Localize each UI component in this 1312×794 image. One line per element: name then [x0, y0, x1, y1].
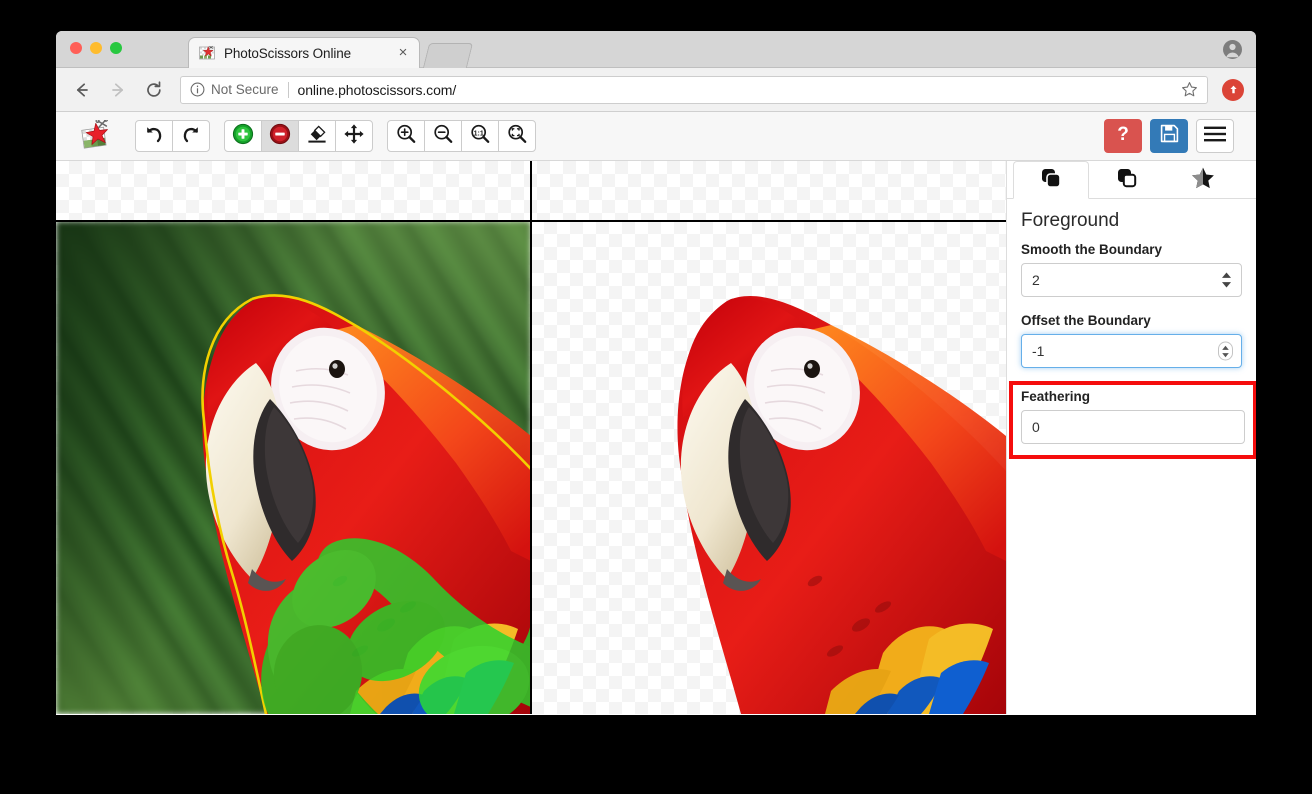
security-status-label: Not Secure [211, 82, 279, 97]
hamburger-menu-icon [1203, 125, 1227, 148]
offset-the-boundary-label: Offset the Boundary [1021, 313, 1151, 328]
redo-button[interactable] [172, 120, 210, 152]
mark-background-button[interactable] [261, 120, 299, 152]
svg-text:?: ? [1117, 124, 1129, 145]
zoom-out-button[interactable] [424, 120, 462, 152]
outline-layers-icon [1115, 167, 1139, 194]
address-bar-url[interactable]: online.photoscissors.com/ [298, 82, 457, 98]
window-controls [70, 42, 122, 54]
menu-button[interactable] [1196, 119, 1234, 153]
zoom-in-button[interactable] [387, 120, 425, 152]
filled-layers-icon [1039, 167, 1063, 194]
macaw-illustration [201, 294, 531, 714]
tools-button-group [224, 120, 373, 152]
profile-avatar-icon[interactable] [1223, 40, 1242, 59]
new-tab-icon[interactable] [422, 43, 474, 68]
zoom-actual-button[interactable]: 1:1 [461, 120, 499, 152]
help-button[interactable]: ? [1104, 119, 1142, 153]
star-outline-icon[interactable] [1180, 81, 1198, 99]
browser-window: PhotoScissors Online × Not Secure online… [56, 31, 1256, 715]
feathering-label: Feathering [1021, 389, 1091, 404]
info-circle-icon [190, 82, 205, 97]
star-icon [1190, 166, 1216, 195]
svg-text:1:1: 1:1 [474, 130, 484, 137]
back-arrow-icon[interactable] [68, 76, 96, 104]
undo-button[interactable] [135, 120, 173, 152]
smooth-the-boundary-value: 2 [1032, 272, 1040, 288]
mark-foreground-button[interactable] [224, 120, 262, 152]
offset-the-boundary-value: -1 [1032, 343, 1045, 359]
feathering-input[interactable]: 0 [1021, 410, 1245, 444]
result-photo [531, 221, 1006, 714]
offset-the-boundary-input[interactable]: -1 [1021, 334, 1242, 368]
field-feathering: Feathering 0 [1021, 389, 1245, 460]
magnifier-minus-icon [432, 123, 454, 150]
eraser-icon [306, 123, 328, 150]
source-image-pane[interactable] [56, 161, 531, 714]
question-mark-icon: ? [1113, 123, 1133, 150]
browser-nav-bar: Not Secure online.photoscissors.com/ [56, 68, 1256, 112]
tab-effects[interactable] [1165, 161, 1241, 199]
app-toolbar: 1:1 ? [56, 112, 1256, 161]
omnibox-divider [287, 81, 289, 98]
close-tab-button[interactable]: × [395, 45, 411, 61]
history-button-group [135, 120, 210, 152]
panel-tab-bar [1007, 161, 1256, 199]
green-plus-circle-icon [232, 123, 254, 150]
undo-arrow-icon [143, 123, 165, 150]
address-bar[interactable]: Not Secure online.photoscissors.com/ [180, 75, 1208, 104]
extension-badge-icon[interactable] [1222, 78, 1244, 101]
spinner-round-up-down-icon[interactable] [1218, 341, 1233, 361]
photoscissors-favicon-icon [199, 45, 215, 61]
pane-divider [530, 161, 532, 714]
forward-arrow-icon[interactable] [104, 76, 132, 104]
tab-background[interactable] [1089, 161, 1165, 199]
field-offset-the-boundary: Offset the Boundary -1 [1021, 313, 1242, 368]
feathering-value: 0 [1032, 419, 1040, 435]
panel-body: Foreground Smooth the Boundary 2 Offset … [1007, 199, 1256, 368]
toolbar-actions: ? [1104, 119, 1234, 153]
pan-button[interactable] [335, 120, 373, 152]
move-arrows-icon [343, 123, 365, 150]
minimize-window-button[interactable] [90, 42, 102, 54]
image-canvas[interactable] [56, 161, 1006, 714]
settings-panel: Foreground Smooth the Boundary 2 Offset … [1006, 161, 1256, 714]
source-photo[interactable] [56, 221, 531, 714]
tab-foreground[interactable] [1013, 161, 1089, 199]
macaw-cutout [677, 296, 1006, 714]
spinner-up-down-icon[interactable] [1221, 272, 1232, 289]
magnifier-one-to-one-icon: 1:1 [469, 123, 491, 150]
close-window-button[interactable] [70, 42, 82, 54]
magnifier-fit-icon [506, 123, 528, 150]
smooth-the-boundary-input[interactable]: 2 [1021, 263, 1242, 297]
browser-tab[interactable]: PhotoScissors Online × [188, 37, 420, 68]
photoscissors-logo-icon[interactable] [81, 117, 117, 152]
editor-work-area: Foreground Smooth the Boundary 2 Offset … [56, 161, 1256, 714]
reload-icon[interactable] [140, 76, 168, 104]
zoom-button-group: 1:1 [387, 120, 536, 152]
red-minus-circle-icon [269, 123, 291, 150]
magnifier-plus-icon [395, 123, 417, 150]
browser-tab-bar: PhotoScissors Online × [56, 31, 1256, 68]
field-smooth-the-boundary: Smooth the Boundary 2 [1021, 242, 1242, 297]
smooth-the-boundary-label: Smooth the Boundary [1021, 242, 1162, 257]
save-button[interactable] [1150, 119, 1188, 153]
redo-arrow-icon [180, 123, 202, 150]
result-preview-pane[interactable] [531, 161, 1006, 714]
panel-heading: Foreground [1021, 210, 1120, 231]
floppy-disk-icon [1160, 124, 1179, 148]
browser-tab-title: PhotoScissors Online [224, 45, 352, 61]
maximize-window-button[interactable] [110, 42, 122, 54]
eraser-button[interactable] [298, 120, 336, 152]
zoom-fit-button[interactable] [498, 120, 536, 152]
